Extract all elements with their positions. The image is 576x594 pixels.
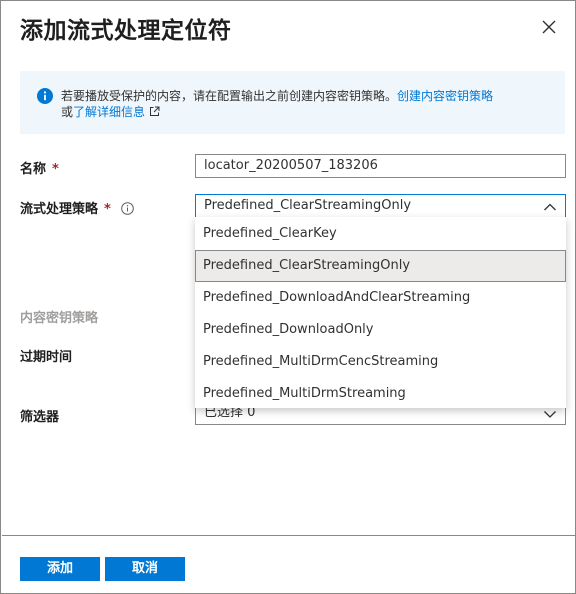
dialog-title: 添加流式处理定位符: [20, 18, 232, 44]
streaming-policy-label: 流式处理策略 *: [20, 198, 134, 217]
streaming-policy-options: Predefined_ClearKey Predefined_ClearStre…: [195, 217, 566, 408]
info-or: 或: [61, 105, 74, 119]
dialog-panel: 添加流式处理定位符 若要播放受保护的内容，请在配置输出之前创建内容密钥策略。创建…: [0, 0, 576, 594]
name-input[interactable]: locator_20200507_183206: [195, 154, 566, 178]
info-banner: 若要播放受保护的内容，请在配置输出之前创建内容密钥策略。创建内容密钥策略 或了解…: [20, 71, 565, 134]
info-tooltip-icon[interactable]: [121, 202, 134, 215]
streaming-policy-dropdown[interactable]: Predefined_ClearStreamingOnly: [195, 194, 566, 218]
option-clear-key[interactable]: Predefined_ClearKey: [195, 218, 566, 250]
filter-label: 筛选器: [20, 410, 60, 425]
content-key-policy-label: 内容密钥策略: [20, 311, 99, 326]
learn-more-link[interactable]: 了解详细信息: [73, 105, 145, 119]
required-mark: *: [52, 162, 59, 177]
info-message: 若要播放受保护的内容，请在配置输出之前创建内容密钥策略。: [61, 89, 398, 103]
add-button[interactable]: 添加: [20, 557, 100, 581]
name-label: 名称 *: [20, 162, 59, 177]
info-icon: [37, 88, 53, 104]
info-text: 若要播放受保护的内容，请在配置输出之前创建内容密钥策略。创建内容密钥策略 或了解…: [61, 88, 556, 120]
option-multi-drm-cenc-streaming[interactable]: Predefined_MultiDrmCencStreaming: [195, 346, 566, 378]
create-content-key-policy-link[interactable]: 创建内容密钥策略: [397, 89, 493, 103]
cancel-button[interactable]: 取消: [105, 557, 185, 581]
required-mark: *: [104, 202, 111, 217]
close-button[interactable]: [537, 15, 561, 39]
streaming-policy-value: Predefined_ClearStreamingOnly: [204, 198, 412, 213]
option-clear-streaming-only[interactable]: Predefined_ClearStreamingOnly: [195, 250, 566, 282]
external-link-icon: [150, 106, 160, 116]
chevron-up-icon: [544, 203, 556, 211]
close-icon: [542, 20, 556, 34]
option-multi-drm-streaming[interactable]: Predefined_MultiDrmStreaming: [195, 378, 566, 410]
expiry-label: 过期时间: [20, 350, 73, 365]
option-download-and-clear-streaming[interactable]: Predefined_DownloadAndClearStreaming: [195, 282, 566, 314]
option-download-only[interactable]: Predefined_DownloadOnly: [195, 314, 566, 346]
footer-divider: [2, 535, 576, 536]
